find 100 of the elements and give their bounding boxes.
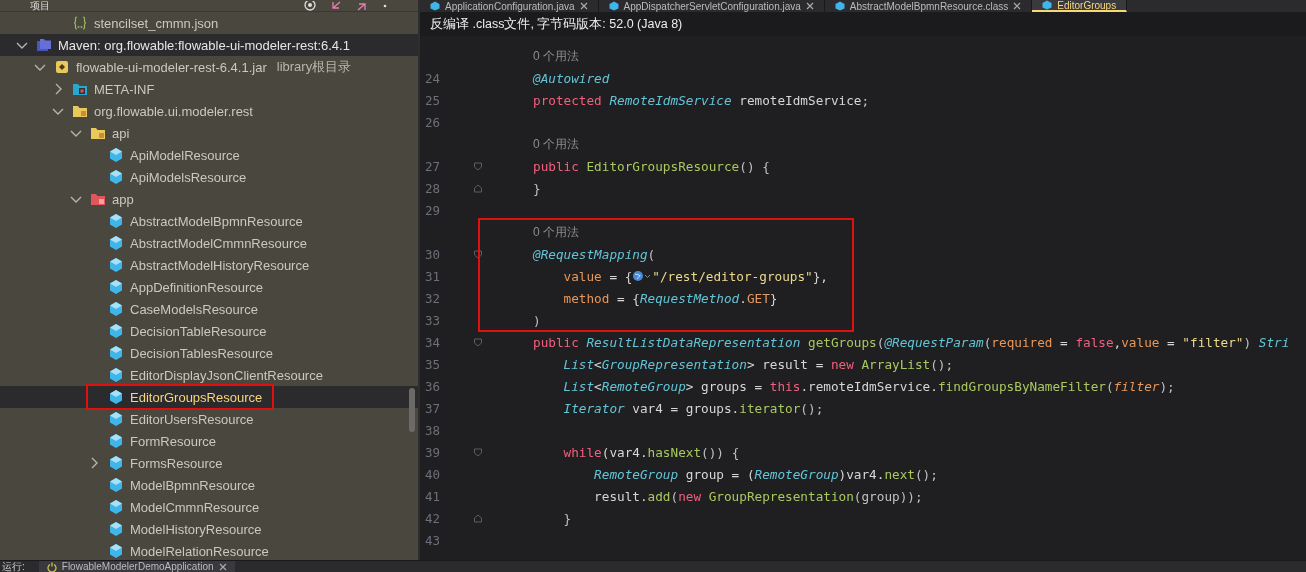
globe-icon[interactable] [632, 269, 653, 283]
code-line: @Autowired [533, 70, 610, 86]
tree-item[interactable]: EditorGroupsResource [0, 386, 418, 408]
class-icon [108, 257, 124, 273]
line-number: 37 [423, 400, 440, 416]
usage-hint[interactable]: 0 个用法 [533, 223, 579, 241]
code-line: List<GroupRepresentation> result = new ArrayList(); [562, 356, 954, 372]
tree-item[interactable]: AppDefinitionResource [0, 276, 418, 298]
tree-item[interactable]: CaseModelsResource [0, 298, 418, 320]
tree-item[interactable]: ModelRelationResource [0, 540, 418, 560]
line-number: 43 [423, 532, 440, 548]
tree-item[interactable]: FormsResource [0, 452, 418, 474]
usage-hint[interactable]: 0 个用法 [533, 135, 579, 153]
target-icon[interactable] [304, 0, 316, 11]
class-icon [108, 213, 124, 229]
close-icon[interactable] [1013, 2, 1022, 10]
line-number: 30 [423, 246, 440, 262]
class-icon [108, 499, 124, 515]
code-line: Iterator var4 = groups.iterator(); [562, 400, 824, 416]
line-number: 35 [423, 356, 440, 372]
tree-item[interactable]: ApiModelsResource [0, 166, 418, 188]
tree-item[interactable]: ModelCmmnResource [0, 496, 418, 518]
tree-item[interactable]: flowable-ui-modeler-rest-6.4.1.jar library根目录 [0, 56, 418, 78]
jar-icon [54, 59, 70, 75]
code-line: } [533, 180, 541, 196]
close-icon[interactable] [805, 2, 814, 10]
info-banner-text: 反编译 .class文件, 字节码版本: 52.0 (Java 8) [430, 15, 683, 33]
close-icon[interactable] [218, 562, 227, 571]
code-line: while(var4.hasNext()) { [562, 444, 740, 460]
tree-item[interactable]: org.flowable.ui.modeler.rest [0, 100, 418, 122]
line-number: 38 [423, 422, 440, 438]
class-icon [108, 455, 124, 471]
package-folder-icon [90, 125, 106, 141]
usage-hint[interactable]: 0 个用法 [533, 47, 579, 65]
tree-item[interactable]: EditorDisplayJsonClientResource [0, 364, 418, 386]
line-number: 28 [423, 180, 440, 196]
line-number: 34 [423, 334, 440, 350]
panel-title: 项目 [30, 0, 50, 11]
line-number: 24 [423, 70, 440, 86]
package-folder-icon [90, 191, 106, 207]
line-number: 27 [423, 158, 440, 174]
fold-marker-icon[interactable] [473, 248, 483, 260]
class-icon [108, 235, 124, 251]
package-folder-icon [72, 103, 88, 119]
tree-item[interactable]: AbstractModelHistoryResource [0, 254, 418, 276]
class-icon [108, 477, 124, 493]
tree-item[interactable]: ModelBpmnResource [0, 474, 418, 496]
fold-marker-icon[interactable] [473, 160, 483, 172]
tree-item[interactable]: AbstractModelBpmnResource [0, 210, 418, 232]
tree-item[interactable]: DecisionTableResource [0, 320, 418, 342]
class-icon [108, 279, 124, 295]
class-icon [108, 433, 124, 449]
class-icon [108, 147, 124, 163]
root-label: library根目录 [276, 58, 352, 76]
line-number: 26 [423, 114, 440, 130]
code-line: RemoteGroup group = (RemoteGroup)var4.next(); [593, 466, 938, 482]
scrollbar-thumb[interactable] [409, 388, 415, 432]
tree-item[interactable]: FormResource [0, 430, 418, 452]
collapse-icon[interactable] [330, 0, 342, 11]
expand-icon[interactable] [356, 0, 368, 11]
folder-icon [72, 81, 88, 97]
tree-item[interactable]: ModelHistoryResource [0, 518, 418, 540]
line-number: 33 [423, 312, 440, 328]
line-number: 41 [423, 488, 440, 504]
fold-marker-icon[interactable] [473, 336, 483, 348]
tree-item[interactable]: DecisionTablesResource [0, 342, 418, 364]
close-icon[interactable] [579, 2, 588, 10]
line-number: 25 [423, 92, 440, 108]
line-number: 29 [423, 202, 440, 218]
code-line: List<RemoteGroup> groups = this.remoteIdmService.findGroupsByNameFilter(filter); [562, 378, 1175, 394]
line-number: 42 [423, 510, 440, 526]
class-icon [108, 389, 124, 405]
fold-marker-icon[interactable] [473, 182, 483, 194]
class-icon [108, 169, 124, 185]
class-icon [108, 323, 124, 339]
fold-marker-icon[interactable] [473, 512, 483, 524]
line-number: 40 [423, 466, 440, 482]
library-icon [36, 37, 52, 53]
tree-item[interactable]: ApiModelResource [0, 144, 418, 166]
tree-item[interactable]: stencilset_cmmn.json [0, 12, 418, 34]
code-line: @RequestMapping( [533, 246, 656, 262]
line-number: 32 [423, 290, 440, 306]
class-icon [1042, 0, 1053, 10]
class-icon [108, 301, 124, 317]
run-label: 运行: [2, 561, 25, 572]
run-tab[interactable]: FlowableModelerDemoApplication [38, 561, 235, 572]
editor-tab[interactable]: EditorGroups [1032, 0, 1128, 12]
tree-item[interactable]: EditorUsersResource [0, 408, 418, 430]
code-line: } [562, 510, 572, 526]
tree-item[interactable]: app [0, 188, 418, 210]
class-icon [108, 543, 124, 559]
tree-item[interactable]: META-INF [0, 78, 418, 100]
tree-item[interactable]: api [0, 122, 418, 144]
code-line: public ResultListDataRepresentation getGroups(@RequestParam(required = false,value = "filter") Stri [533, 334, 1290, 350]
tree-item[interactable]: AbstractModelCmmnResource [0, 232, 418, 254]
tree-item[interactable]: Maven: org.flowable:flowable-ui-modeler-rest:6.4.1 [0, 34, 418, 56]
line-number: 31 [423, 268, 440, 284]
fold-marker-icon[interactable] [473, 446, 483, 458]
class-icon [108, 521, 124, 537]
class-icon [108, 367, 124, 383]
